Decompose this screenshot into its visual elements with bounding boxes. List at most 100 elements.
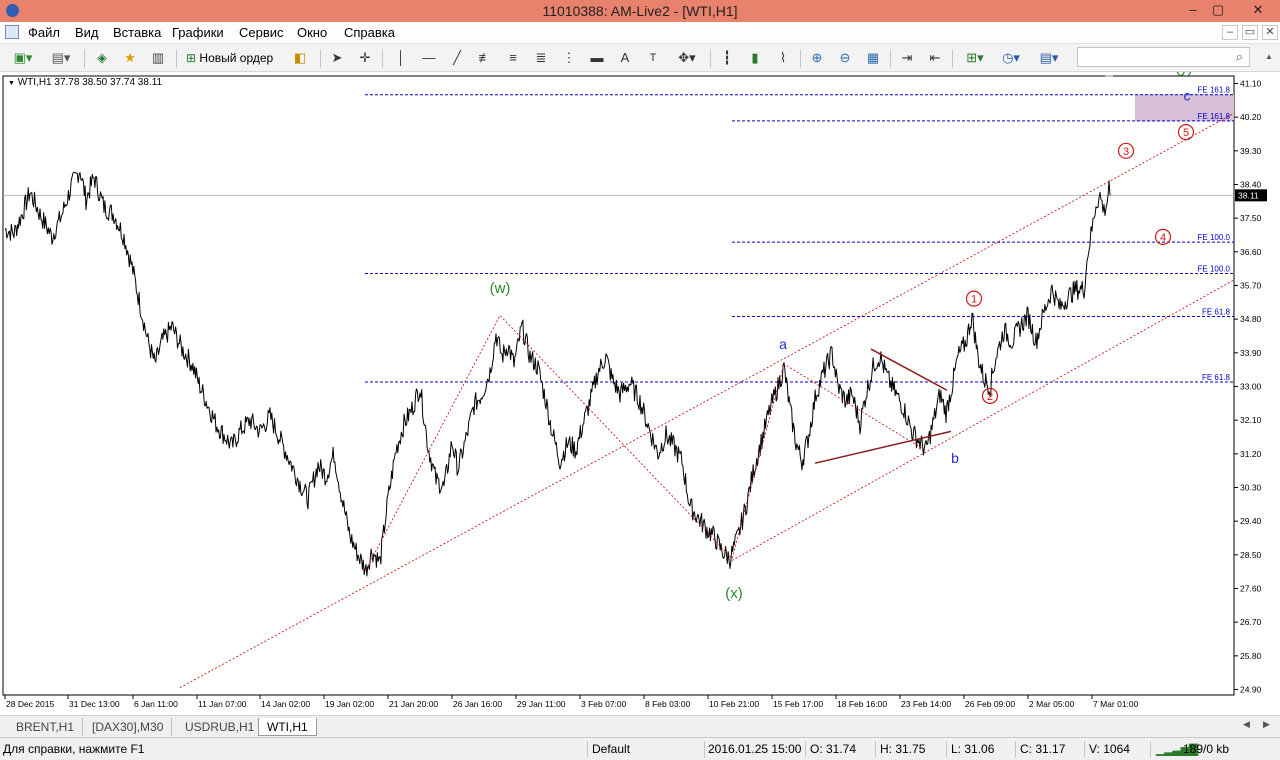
price-tick-label: 26.70	[1240, 617, 1262, 627]
profiles-icon[interactable]: ▤▾	[46, 49, 76, 67]
cursor-icon[interactable]: ➤	[328, 49, 346, 67]
price-tick-label: 34.80	[1240, 314, 1262, 324]
bar-high: H: 31.75	[880, 742, 926, 756]
chart-window-icon[interactable]	[5, 25, 19, 39]
wave-label-w: (w)	[490, 280, 511, 297]
time-tick-label: 23 Feb 14:00	[901, 699, 951, 709]
time-tick-label: 19 Jan 02:00	[325, 699, 374, 709]
tile-windows-icon[interactable]: ▦	[864, 49, 882, 67]
wave-label-b: b	[951, 450, 959, 466]
maximize-button[interactable]: ▢	[1203, 0, 1233, 22]
channel-lower-line[interactable]	[731, 279, 1235, 561]
wave-label-one: 1	[971, 294, 977, 306]
mdi-close-button[interactable]: ✕	[1262, 25, 1278, 40]
menu-window[interactable]: Окно	[297, 25, 327, 40]
bar-chart-icon[interactable]: ┇	[718, 49, 736, 67]
text-icon[interactable]: A	[616, 49, 634, 67]
wave-label-two: 2	[987, 391, 993, 403]
search-icon[interactable]: ⌕	[1236, 49, 1243, 65]
tab-dax30[interactable]: [DAX30],M30	[84, 718, 173, 736]
traffic-text: 189/0 kb	[1183, 742, 1230, 756]
profile-name: Default	[592, 742, 631, 756]
terminal-icon[interactable]: ▥	[148, 49, 168, 67]
zoom-in-icon[interactable]: ⊕	[808, 49, 826, 67]
price-tick-label: 28.50	[1240, 550, 1262, 560]
mdi-minimize-button[interactable]: –	[1222, 25, 1238, 40]
price-tick-label: 37.50	[1240, 213, 1262, 223]
trend-line-icon[interactable]: ╱	[448, 49, 466, 67]
triangle-lower-line[interactable]	[814, 430, 952, 464]
close-button[interactable]: ✕	[1236, 0, 1280, 22]
autoscroll-icon[interactable]: ⇥	[898, 49, 916, 67]
menu-insert[interactable]: Вставка	[113, 25, 161, 40]
new-chart-icon[interactable]: ▣▾	[8, 49, 38, 67]
menu-charts[interactable]: Графики	[172, 25, 224, 40]
arrows-icon[interactable]: ✥▾	[672, 49, 702, 67]
toolbar-scroll-up-icon[interactable]: ▲	[1262, 47, 1276, 67]
tab-scroll-right-icon[interactable]: ▶	[1263, 719, 1270, 730]
vertical-line-icon[interactable]: │	[392, 49, 410, 67]
wave-zigzag-line[interactable]	[365, 314, 926, 570]
market-watch-icon[interactable]: ◈	[92, 49, 112, 67]
bar-datetime: 2016.01.25 15:00	[708, 742, 802, 756]
triangle-upper-line[interactable]	[870, 348, 948, 391]
wave-label-a: a	[779, 336, 787, 352]
line-chart-icon[interactable]: ⌇	[774, 49, 792, 67]
time-tick-label: 15 Feb 17:00	[773, 699, 823, 709]
chart-canvas[interactable]: 41.10 40.20 39.30 38.40 37.50 36.60 35.70 34.80…	[0, 72, 1280, 715]
bar-open: O: 31.74	[810, 742, 857, 756]
tab-scroll-left-icon[interactable]: ◀	[1243, 719, 1250, 730]
label-icon[interactable]: T	[644, 49, 662, 67]
time-tick-label: 21 Jan 20:00	[389, 699, 438, 709]
chart-shift-icon[interactable]: ⇤	[926, 49, 944, 67]
channel-icon[interactable]: ≢	[476, 49, 494, 67]
price-tick-label: 31.20	[1240, 449, 1262, 459]
periods-icon[interactable]: ◷▾	[996, 49, 1026, 67]
fib-level-label: FE 61.8	[1202, 373, 1231, 382]
ohlc-text: WTI,H1 37.78 38.50 37.74 38.11	[17, 77, 163, 88]
price-tick-label: 35.70	[1240, 281, 1262, 291]
time-tick-label: 18 Feb 16:00	[837, 699, 887, 709]
tab-usdrub[interactable]: USDRUB,H1	[177, 718, 264, 736]
price-tick-label: 40.20	[1240, 112, 1262, 122]
menu-help[interactable]: Справка	[344, 25, 395, 40]
zoom-out-icon[interactable]: ⊖	[836, 49, 854, 67]
price-chart[interactable]: 41.10 40.20 39.30 38.40 37.50 36.60 35.70 34.80…	[0, 72, 1280, 715]
navigator-icon[interactable]: ★	[120, 49, 140, 67]
time-tick-label: 10 Feb 21:00	[709, 699, 759, 709]
new-order-button[interactable]: ⊞ Новый ордер	[186, 49, 273, 67]
menu-file[interactable]: Файл	[28, 25, 60, 40]
fib-retracement-icon[interactable]: ≡	[504, 49, 522, 67]
price-tick-label: 39.30	[1240, 146, 1262, 156]
horizontal-line-icon[interactable]: —	[420, 49, 438, 67]
price-tick-label: 27.60	[1240, 584, 1262, 594]
gann-icon[interactable]: ⋮	[560, 49, 578, 67]
mdi-restore-button[interactable]: ▭	[1242, 25, 1258, 40]
tab-wti[interactable]: WTI,H1	[258, 718, 317, 736]
price-tick-label: 36.60	[1240, 247, 1262, 257]
search-input[interactable]: ⌕	[1077, 47, 1250, 67]
chart-menu-icon[interactable]: ▼	[8, 80, 15, 87]
autotrading-icon[interactable]: ◧	[290, 49, 310, 67]
price-tick-label: 41.10	[1240, 79, 1262, 89]
templates-icon[interactable]: ▤▾	[1034, 49, 1064, 67]
wave-label-five: 5	[1183, 127, 1189, 139]
bar-low: L: 31.06	[951, 742, 995, 756]
time-tick-label: 7 Mar 01:00	[1093, 699, 1139, 709]
tab-brent[interactable]: BRENT,H1	[8, 718, 84, 736]
current-price-label: 38.11	[1238, 190, 1259, 200]
crosshair-icon[interactable]: ✛	[356, 49, 374, 67]
time-tick-label: 28 Dec 2015	[6, 699, 54, 709]
price-tick-label: 24.90	[1240, 685, 1262, 695]
menu-view[interactable]: Вид	[75, 25, 99, 40]
channel-upper-line[interactable]	[179, 113, 1235, 688]
ohlc-label: ▼ WTI,H1 37.78 38.50 37.74 38.11	[8, 77, 162, 88]
menu-bar: Файл Вид Вставка Графики Сервис Окно Спр…	[0, 22, 1280, 44]
rectangle-icon[interactable]: ▬	[588, 49, 606, 67]
candlestick-icon[interactable]: ▮	[746, 49, 764, 67]
menu-tools[interactable]: Сервис	[239, 25, 284, 40]
indicators-icon[interactable]: ⊞▾	[960, 49, 990, 67]
fib-expansion-icon[interactable]: ≣	[532, 49, 550, 67]
bar-close: C: 31.17	[1020, 742, 1066, 756]
wave-label-y: (y)	[1175, 72, 1193, 76]
